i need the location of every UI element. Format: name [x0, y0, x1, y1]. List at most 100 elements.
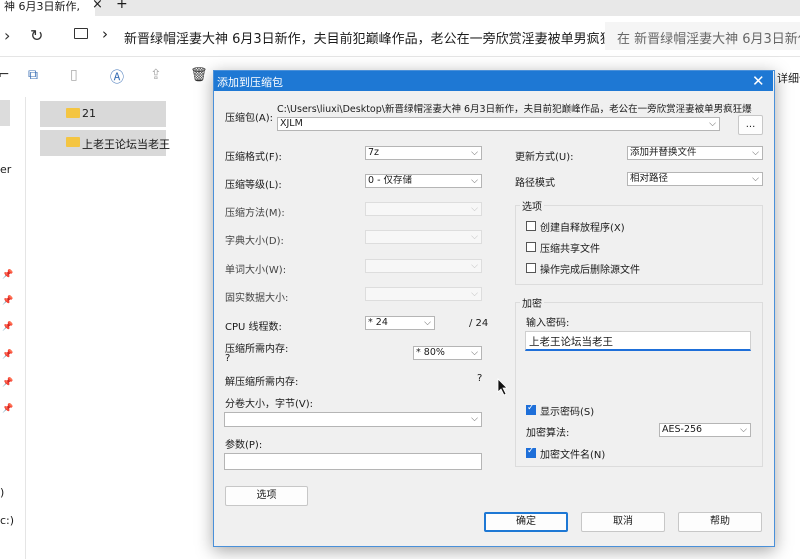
archive-label: 压缩包(A): [225, 113, 274, 124]
archive-name-value: XJLM [280, 118, 303, 129]
cpu-threads-select[interactable]: * 24 ⌵ [365, 316, 435, 330]
close-icon[interactable]: ✕ [752, 72, 765, 90]
sfx-checkbox[interactable] [526, 221, 536, 231]
folder-icon [66, 137, 80, 147]
folder-item[interactable]: 上老王论坛当老王 [40, 130, 170, 156]
cancel-button[interactable]: 取消 [581, 512, 665, 532]
tab-title: 神 6月3日新作, [4, 0, 80, 13]
folder-icon [66, 108, 80, 118]
encrypt-filenames-label[interactable]: 加密文件名(N) [540, 446, 605, 461]
chevron-down-icon: ⌵ [471, 348, 478, 358]
password-label: 输入密码: [526, 318, 570, 329]
sfx-label[interactable]: 创建自释放程序(X) [540, 219, 625, 234]
share-icon[interactable]: ⇪ [150, 67, 162, 83]
chevron-down-icon: ⌵ [752, 148, 759, 158]
chevron-down-icon: ⌵ [471, 204, 478, 214]
method-select[interactable]: ⌵ [365, 202, 482, 216]
browser-tab[interactable]: 神 6月3日新作, [0, 0, 95, 16]
paste-icon[interactable]: ▯ [70, 67, 78, 83]
chevron-right-icon[interactable]: › [102, 25, 108, 43]
cut-icon[interactable]: ⌐ [0, 67, 10, 83]
format-select[interactable]: 7z ⌵ [365, 146, 482, 160]
delete-after-label[interactable]: 操作完成后删除源文件 [540, 261, 640, 276]
volume-size-combo[interactable]: ⌵ [224, 412, 482, 427]
dialog-titlebar[interactable] [214, 71, 773, 91]
delete-after-checkbox[interactable] [526, 263, 536, 273]
folder-name: 上老王论坛当老王 [82, 138, 170, 151]
search-input[interactable]: 在 新晋绿帽淫妻大神 6月3日新作 [617, 28, 800, 47]
chevron-down-icon: ⌵ [752, 174, 759, 184]
chevron-down-icon: ⌵ [709, 119, 716, 129]
path-mode-select[interactable]: 相对路径 ⌵ [627, 172, 763, 186]
shared-files-checkbox[interactable] [526, 242, 536, 252]
folder-name: 21 [82, 107, 96, 120]
encrypt-filenames-checkbox[interactable] [526, 446, 536, 458]
encryption-group-title: 加密 [520, 295, 544, 310]
format-value: 7z [368, 147, 380, 158]
archive-path: C:\Users\liuxi\Desktop\新晋绿帽淫妻大神 6月3日新作，夫… [277, 104, 752, 115]
word-size-select[interactable]: ⌵ [365, 259, 482, 273]
password-value: 上老王论坛当老王 [529, 336, 613, 348]
cpu-threads-total: / 24 [469, 318, 489, 329]
password-input[interactable]: 上老王论坛当老王 [525, 331, 751, 351]
nav-label[interactable]: er [0, 163, 11, 176]
params-label: 参数(P): [225, 440, 263, 451]
chevron-down-icon: ⌵ [471, 414, 478, 424]
update-mode-label: 更新方式(U): [515, 152, 574, 163]
address-text[interactable]: 新晋绿帽淫妻大神 6月3日新作，夫目前犯巅峰作品，老公在一旁欣赏淫妻被单男疯狂爆 [124, 28, 626, 47]
encryption-method-select[interactable]: AES-256 ⌵ [659, 423, 751, 437]
memory-usage-value: * 80% [416, 347, 445, 358]
dictionary-select[interactable]: ⌵ [365, 230, 482, 244]
encryption-method-label: 加密算法: [526, 428, 570, 439]
update-mode-select[interactable]: 添加并替换文件 ⌵ [627, 146, 763, 160]
refresh-icon[interactable]: ↻ [30, 26, 43, 45]
chevron-down-icon: ⌵ [471, 289, 478, 299]
pin-icon: 📌 [2, 322, 14, 332]
word-size-label: 单词大小(W): [225, 265, 287, 276]
rename-icon[interactable]: Ⓐ [110, 67, 124, 87]
pin-icon: 📌 [2, 296, 14, 306]
dictionary-label: 字典大小(D): [225, 236, 284, 247]
monitor-icon [74, 28, 88, 39]
forward-icon[interactable]: › [4, 26, 10, 45]
chevron-down-icon: ⌵ [740, 425, 747, 435]
nav-label[interactable]: c:) [0, 514, 14, 527]
level-select[interactable]: 0 - 仅存储 ⌵ [365, 174, 482, 188]
volume-size-label: 分卷大小，字节(V): [225, 399, 314, 410]
copy-icon[interactable]: ⧉ [28, 67, 38, 83]
solid-size-label: 固实数据大小: [225, 293, 289, 304]
chevron-down-icon: ⌵ [424, 318, 431, 328]
details-button[interactable]: 详细信 [777, 70, 800, 86]
pin-icon: 📌 [2, 350, 14, 360]
options-group-title: 选项 [520, 198, 544, 213]
params-input[interactable] [224, 453, 482, 470]
memory-usage-select[interactable]: * 80% ⌵ [413, 346, 482, 360]
options-button[interactable]: 选项 [225, 486, 308, 506]
level-label: 压缩等级(L): [225, 180, 282, 191]
solid-size-select[interactable]: ⌵ [365, 287, 482, 301]
help-button[interactable]: 帮助 [678, 512, 762, 532]
chevron-down-icon: ⌵ [471, 261, 478, 271]
path-mode-label: 路径模式 [515, 178, 555, 189]
new-tab-icon[interactable]: + [116, 0, 128, 12]
encryption-method-value: AES-256 [662, 424, 703, 435]
pin-icon: 📌 [2, 404, 14, 414]
tab-close-icon[interactable]: × [92, 0, 103, 12]
memory-compress-label: 压缩所需内存: [225, 344, 289, 355]
browse-button[interactable]: ... [738, 115, 763, 135]
nav-selection [0, 100, 10, 126]
level-value: 0 - 仅存储 [368, 175, 413, 186]
mouse-cursor-icon [497, 378, 508, 396]
shared-files-label[interactable]: 压缩共享文件 [540, 240, 600, 255]
ok-button[interactable]: 确定 [484, 512, 568, 532]
show-password-label[interactable]: 显示密码(S) [540, 403, 594, 418]
delete-icon[interactable]: 🗑 [190, 67, 208, 83]
nav-label[interactable]: ) [0, 486, 4, 499]
chevron-down-icon: ⌵ [471, 232, 478, 242]
archive-name-combo[interactable]: XJLM ⌵ [277, 117, 720, 131]
chevron-down-icon: ⌵ [471, 176, 478, 186]
folder-item[interactable]: 21 [40, 101, 166, 127]
show-password-checkbox[interactable] [526, 403, 536, 415]
memory-compress-value: ? [225, 353, 231, 364]
memory-decompress-value: ? [477, 373, 483, 384]
